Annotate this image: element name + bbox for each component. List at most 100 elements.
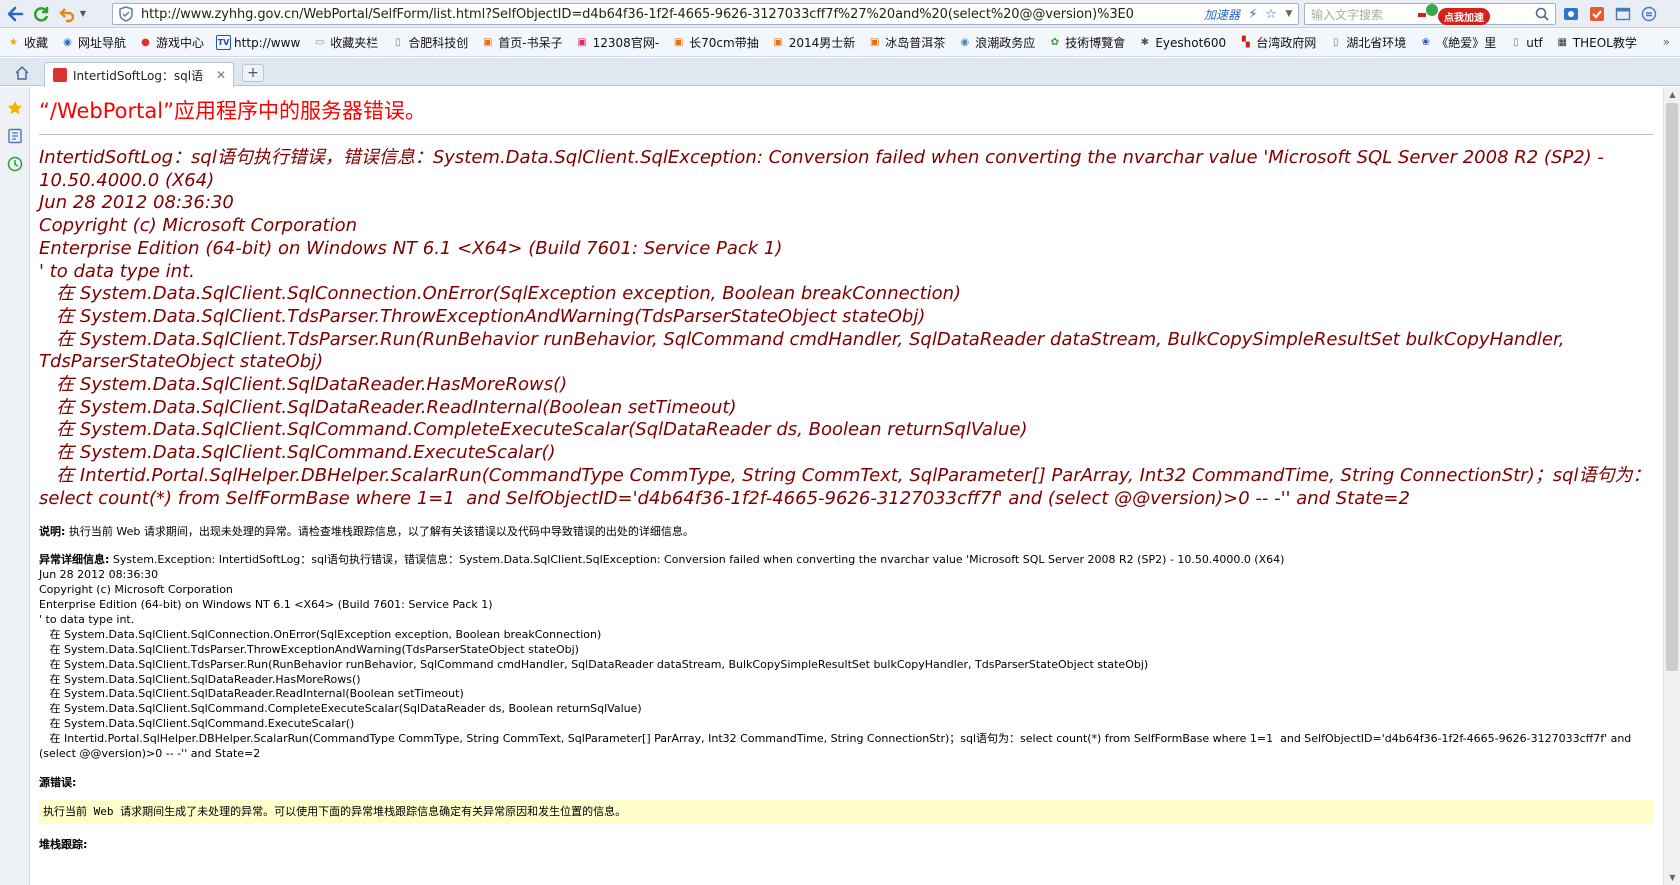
bookmark-label: 技術博覽會 <box>1065 36 1126 50</box>
bookmark-label: 长70cm带抽 <box>689 36 759 50</box>
more-bookmarks-chevron-icon[interactable]: » <box>1663 35 1670 49</box>
bookmark-item[interactable]: ▣ 首页-书呆子 <box>480 34 563 51</box>
leaf-icon: ✿ <box>1050 37 1059 48</box>
page-favicon-icon <box>53 68 67 82</box>
page-title: “/WebPortal”应用程序中的服务器错误。 <box>39 99 426 123</box>
bookmark-item[interactable]: ▭ 收藏夹栏 <box>312 34 378 51</box>
speedup-mascot-icon <box>1418 4 1438 17</box>
close-icon[interactable]: ✕ <box>213 67 229 83</box>
globe-icon: ◉ <box>960 37 970 48</box>
description-label: 说明: <box>39 525 66 539</box>
reading-list-icon[interactable] <box>6 127 24 145</box>
scroll-down-icon[interactable]: ▼ <box>1668 873 1677 882</box>
title-divider <box>39 134 1653 135</box>
bookmark-label: utf <box>1526 35 1543 50</box>
flag-icon: ▚ <box>1241 37 1250 48</box>
bookmark-item[interactable]: ▣ 长70cm带抽 <box>671 34 759 51</box>
search-icon[interactable] <box>1533 5 1551 23</box>
description-section: 说明: 执行当前 Web 请求期间，出现未处理的异常。请检查堆栈跟踪信息，以了解… <box>39 524 1653 539</box>
menu-icon[interactable] <box>1638 3 1660 25</box>
bookmark-label: 台湾政府网 <box>1256 36 1317 50</box>
page-content: “/WebPortal”应用程序中的服务器错误。 IntertidSoftLog… <box>31 87 1663 885</box>
bookmark-label: 2014男士新 <box>788 36 856 50</box>
page-icon: ▯ <box>1332 37 1339 48</box>
bookmark-item[interactable]: ● 游戏中心 <box>138 34 204 51</box>
bookmark-item[interactable]: ✱ Eyeshot600 <box>1137 35 1227 50</box>
page-icon: ▯ <box>395 37 401 48</box>
bookmark-label: 湖北省环境 <box>1346 36 1407 50</box>
bookmark-label: 收藏夹栏 <box>330 36 379 50</box>
screenshot-icon[interactable] <box>1560 3 1582 25</box>
description-text: 执行当前 Web 请求期间，出现未处理的异常。请检查堆栈跟踪信息，以了解有关该错… <box>65 525 694 539</box>
bookmark-label: 首页-书呆子 <box>498 36 563 50</box>
bookmark-item[interactable]: ▯ 湖北省环境 <box>1328 34 1406 51</box>
paw-icon: ❀ <box>1421 37 1430 48</box>
speedup-promo[interactable]: 点我加速 <box>1418 4 1490 25</box>
refresh-icon[interactable] <box>30 3 52 25</box>
bookmark-item[interactable]: ◉ 浪潮政务应 <box>957 34 1035 51</box>
source-error-label: 源错误: <box>39 775 77 789</box>
bookmark-item[interactable]: ❀ 《絶爱》里 <box>1418 34 1497 51</box>
bookmark-label: 《絶爱》里 <box>1436 36 1497 50</box>
bookmark-label: 12308官网- <box>592 36 660 50</box>
exception-details-text: System.Exception: IntertidSoftLog：sql语句执… <box>39 553 1632 761</box>
globe-icon: ◉ <box>63 37 72 48</box>
new-tab-button[interactable]: + <box>242 64 264 82</box>
address-bar[interactable]: http://www.zyhhg.gov.cn/WebPortal/SelfFo… <box>112 3 1299 25</box>
bookmark-label: 游戏中心 <box>156 36 205 50</box>
app-icon: ▦ <box>1557 37 1567 48</box>
bookmark-item[interactable]: ✿ 技術博覽會 <box>1047 34 1126 51</box>
stack-trace-label: 堆栈跟踪: <box>39 837 88 851</box>
scrollbar-thumb[interactable] <box>1666 103 1678 671</box>
home-icon[interactable] <box>12 63 32 83</box>
source-error-box: 执行当前 Web 请求期间生成了未处理的异常。可以使用下面的异常堆栈跟踪信息确定… <box>39 799 1653 824</box>
bookmark-item[interactable]: ★ 收藏 <box>6 34 48 51</box>
history-clock-icon[interactable] <box>6 155 24 173</box>
browser-sidebar <box>0 87 30 885</box>
address-dropdown-icon[interactable]: ▼ <box>1280 5 1298 23</box>
bookmark-item[interactable]: TV http://www <box>216 35 300 50</box>
baidu-icon: ▣ <box>870 37 880 48</box>
toolbar-right-icons <box>1560 3 1660 25</box>
exception-details-section: 异常详细信息: System.Exception: IntertidSoftLo… <box>39 553 1653 762</box>
lightning-icon[interactable]: ⚡ <box>1244 5 1262 23</box>
history-dropdown-icon[interactable]: ▼ <box>78 3 88 25</box>
bookmark-item[interactable]: ▣ 12308官网- <box>575 34 660 51</box>
bookmark-label: 合肥科技创 <box>408 36 469 50</box>
bookmark-item[interactable]: ▦ THEOL教学 <box>1555 34 1637 51</box>
security-guard-icon[interactable] <box>1586 3 1608 25</box>
bookmark-item[interactable]: ▯ utf <box>1508 35 1543 50</box>
page-icon: ▯ <box>1512 37 1519 48</box>
bookmark-item[interactable]: ◉ 网址导航 <box>60 34 126 51</box>
vertical-scrollbar[interactable]: ▲ ▼ <box>1663 87 1680 885</box>
star-icon: ★ <box>9 37 18 48</box>
tab-active[interactable]: IntertidSoftLog：sql语 ✕ <box>44 62 234 87</box>
url-input[interactable]: http://www.zyhhg.gov.cn/WebPortal/SelfFo… <box>141 7 1200 22</box>
star-favorite-icon[interactable]: ☆ <box>1262 5 1280 23</box>
undo-icon[interactable] <box>56 3 78 25</box>
accelerator-link[interactable]: 加速器 <box>1204 6 1240 23</box>
bookmark-label: http://www <box>234 35 301 50</box>
favorites-star-icon[interactable] <box>6 99 24 117</box>
baidu-icon: ▣ <box>773 37 783 48</box>
bookmark-label: THEOL教学 <box>1572 36 1637 50</box>
back-arrow-icon[interactable] <box>4 3 26 25</box>
folder-icon: ▭ <box>315 37 325 48</box>
bookmark-item[interactable]: ▯ 合肥科技创 <box>390 34 468 51</box>
speedup-badge: 点我加速 <box>1438 8 1490 25</box>
baidu-icon: ▣ <box>673 37 684 48</box>
exception-details-label: 异常详细信息: <box>39 553 110 567</box>
scroll-up-icon[interactable]: ▲ <box>1668 90 1677 99</box>
bookmark-item[interactable]: ▚ 台湾政府网 <box>1238 34 1316 51</box>
game-icon: ● <box>141 37 150 48</box>
security-shield-icon[interactable] <box>117 5 135 23</box>
tab-strip: IntertidSoftLog：sql语 ✕ + <box>0 58 1680 87</box>
baidu-icon: ▣ <box>483 37 493 48</box>
bookmark-label: Eyeshot600 <box>1155 35 1227 50</box>
bookmarks-bar: ★ 收藏 ◉ 网址导航 ● 游戏中心 TV http://www ▭ 收藏夹栏 ▯ 合肥科技创 ▣ 首页-… <box>0 29 1680 57</box>
bookmark-item[interactable]: ▣ 冰岛普洱茶 <box>867 34 945 51</box>
error-headline: IntertidSoftLog：sql语句执行错误，错误信息：System.Da… <box>39 147 1651 509</box>
bookmark-item[interactable]: ▣ 2014男士新 <box>771 34 856 51</box>
bookmark-label: 浪潮政务应 <box>975 36 1036 50</box>
window-icon[interactable] <box>1612 3 1634 25</box>
